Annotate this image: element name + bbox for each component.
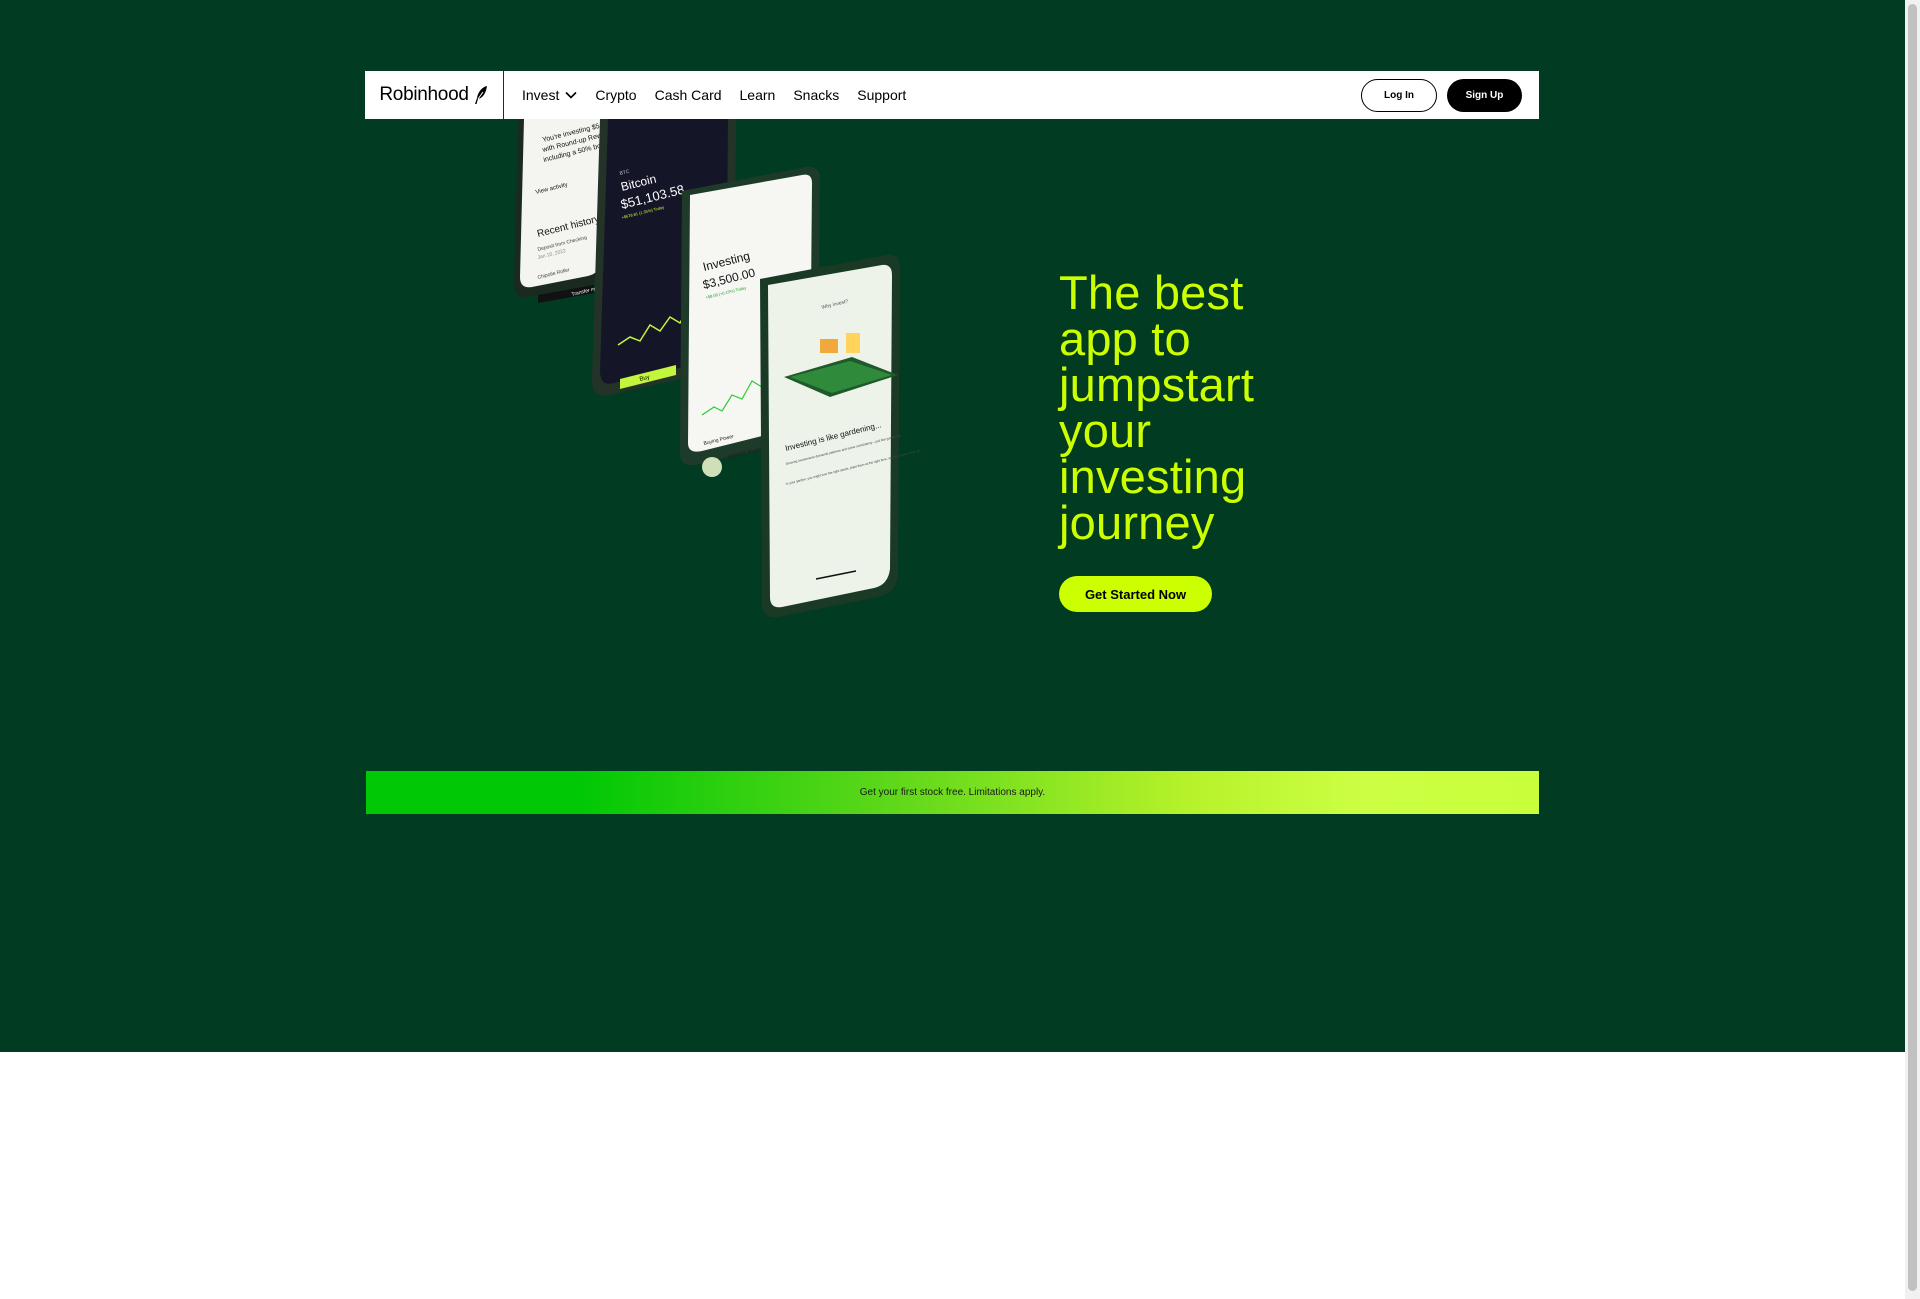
page-scrollbar[interactable] [1905,0,1920,1299]
nav-item-invest[interactable]: Invest [522,87,577,103]
nav-links: Invest Crypto Cash Card Learn Snacks Sup… [522,87,906,103]
hero-title-line: your [1059,404,1152,457]
nav-item-learn[interactable]: Learn [740,87,776,103]
brand-name: Robinhood [379,84,469,105]
phone3-avatar [702,457,722,477]
get-started-button[interactable]: Get Started Now [1059,576,1212,612]
phones-illustration: You're investing $5.00 with Round-up Rew… [514,119,920,618]
nav-item-cash-card[interactable]: Cash Card [655,87,722,103]
nav-item-snacks[interactable]: Snacks [793,87,839,103]
chevron-down-icon [565,91,577,99]
nav-item-crypto[interactable]: Crypto [595,87,636,103]
hero-title-line: jumpstart [1059,358,1255,411]
feather-icon [474,86,487,104]
hero-title-line: app to [1059,312,1191,365]
nav-actions: Log In Sign Up [1361,78,1522,112]
signup-button[interactable]: Sign Up [1447,78,1522,112]
login-button[interactable]: Log In [1361,78,1437,112]
hero-title-line: investing [1059,450,1247,503]
nav-item-label: Invest [522,87,560,103]
brand-logo[interactable]: Robinhood [365,71,504,119]
hero-section [0,0,1905,1052]
top-nav: Robinhood Invest Crypto Cash Card Learn … [365,71,1539,119]
phone-gardening: Why invest? Investing is like gardening.… [760,254,920,618]
nav-item-support[interactable]: Support [857,87,906,103]
hero-title-line: journey [1059,496,1215,549]
scrollbar-thumb[interactable] [1908,4,1917,1291]
promo-banner[interactable]: Get your first stock free. Limitations a… [366,771,1539,814]
promo-text: Get your first stock free. Limitations a… [859,787,1046,798]
hero-title: The best app to jumpstart your investing… [1059,266,1379,549]
hero-title-line: The best [1059,266,1244,319]
